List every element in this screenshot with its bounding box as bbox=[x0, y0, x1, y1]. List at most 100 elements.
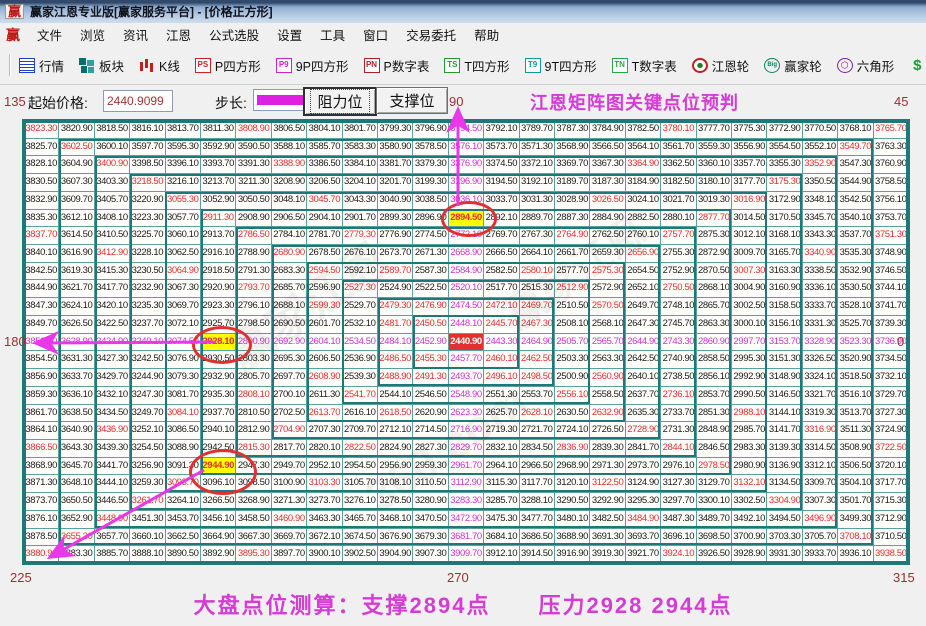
gann-square-grid: 3823.30 3820.90 3818.50 3816.10 3813.70 3811.… bbox=[22, 119, 910, 565]
toolbar-item[interactable]: PN P数字表 bbox=[361, 54, 433, 77]
grid-cell: 3540.10 bbox=[838, 209, 873, 227]
t-square-icon: TS bbox=[444, 57, 461, 73]
menu-item-2[interactable]: 浏览 bbox=[71, 22, 114, 47]
grid-cell: 3441.70 bbox=[94, 457, 130, 475]
grid-cell: 3261.70 bbox=[130, 493, 165, 510]
menu-item-6[interactable]: 设置 bbox=[268, 22, 311, 47]
menu-item-9[interactable]: 交易委托 bbox=[397, 22, 465, 47]
grid-cell: 2618.50 bbox=[378, 404, 413, 422]
grid-cell: 3273.70 bbox=[307, 493, 342, 510]
grid-cell: 3516.10 bbox=[838, 386, 873, 404]
toolbar-item[interactable]: Big 赢家轮 bbox=[761, 54, 825, 77]
menu-item-5[interactable]: 公式选股 bbox=[200, 22, 268, 47]
grid-cell: 3717.70 bbox=[873, 475, 908, 493]
toolbar-item[interactable]: ⬡ 六角形 bbox=[834, 54, 898, 77]
grid-cell: 3151.30 bbox=[767, 351, 802, 369]
grid-cell: 3338.50 bbox=[802, 262, 838, 280]
grid-cell: 2536.90 bbox=[342, 351, 377, 369]
grid-cell: 3316.90 bbox=[802, 422, 838, 439]
grid-cell: 2793.70 bbox=[236, 280, 271, 298]
grid-cell: 3033.70 bbox=[484, 191, 519, 209]
grid-cell: 3909.70 bbox=[448, 546, 484, 563]
grid-cell: 2570.50 bbox=[590, 298, 625, 315]
grid-cell: 2688.10 bbox=[271, 298, 307, 315]
grid-cell: 2580.10 bbox=[519, 262, 554, 280]
grid-cell: 2947.30 bbox=[236, 457, 271, 475]
angle-label-90: 90 bbox=[449, 94, 464, 109]
title-bar[interactable]: 赢 赢家江恩专业版[赢家服务平台] - [价格正方形] bbox=[0, 0, 926, 23]
grid-cell: 3542.50 bbox=[838, 191, 873, 209]
toolbar-item[interactable]: $赢家服务 bbox=[906, 54, 926, 77]
grid-cell: 2712.10 bbox=[378, 422, 413, 439]
grid-cell: 3369.70 bbox=[555, 156, 590, 174]
menu-item-4[interactable]: 江恩 bbox=[157, 22, 200, 47]
key-level-cell: 2928.10 bbox=[201, 333, 236, 351]
grid-cell: 3710.50 bbox=[873, 528, 908, 546]
grid-cell: 3648.10 bbox=[59, 475, 94, 493]
grid-cell: 3513.70 bbox=[838, 404, 873, 422]
toolbar-item[interactable]: TS T四方形 bbox=[441, 54, 512, 77]
resistance-button[interactable]: 阻力位 bbox=[303, 87, 377, 116]
grid-cell: 3823.30 bbox=[24, 121, 59, 138]
toolbar-item[interactable]: TN T数字表 bbox=[609, 54, 680, 77]
grid-cell: 2520.10 bbox=[448, 280, 484, 298]
grid-cell: 3559.30 bbox=[696, 138, 731, 156]
grid-cell: 3009.70 bbox=[732, 245, 767, 262]
toolbar-item[interactable]: 行情 bbox=[16, 54, 67, 77]
grid-cell: 3307.30 bbox=[802, 493, 838, 510]
menu-item-3[interactable]: 资讯 bbox=[114, 22, 157, 47]
winner-service-icon: $ bbox=[913, 56, 922, 74]
grid-cell: 3201.70 bbox=[378, 174, 413, 191]
toolbar-item[interactable]: PS P四方形 bbox=[192, 54, 264, 77]
grid-cell: 2774.50 bbox=[413, 227, 448, 245]
grid-cell: 2827.30 bbox=[413, 439, 448, 457]
grid-cell: 3165.70 bbox=[767, 245, 802, 262]
grid-cell: 3638.50 bbox=[59, 404, 94, 422]
grid-cell: 2932.90 bbox=[201, 369, 236, 386]
menu-item-10[interactable]: 帮助 bbox=[465, 22, 508, 47]
grid-cell: 2772.10 bbox=[448, 227, 484, 245]
grid-cell: 3108.10 bbox=[378, 475, 413, 493]
toolbar-item-label: P四方形 bbox=[214, 59, 261, 74]
support-button[interactable]: 支撑位 bbox=[376, 87, 448, 114]
grid-cell: 3873.70 bbox=[24, 493, 59, 510]
toolbar-item[interactable]: 板块 bbox=[76, 54, 127, 77]
grid-cell: 3504.10 bbox=[838, 475, 873, 493]
menu-item-8[interactable]: 窗口 bbox=[354, 22, 397, 47]
grid-cell: 2611.30 bbox=[307, 386, 342, 404]
grid-cell: 3544.90 bbox=[838, 174, 873, 191]
menu-item-1[interactable]: 文件 bbox=[28, 22, 71, 47]
grid-cell: 3511.30 bbox=[838, 422, 873, 439]
grid-cell: 3400.90 bbox=[94, 156, 130, 174]
grid-cell: 3240.10 bbox=[130, 333, 165, 351]
grid-cell: 3424.90 bbox=[94, 333, 130, 351]
toolbar-item[interactable]: P9 9P四方形 bbox=[273, 54, 352, 77]
menu-item-7[interactable]: 工具 bbox=[311, 22, 354, 47]
grid-cell: 3100.90 bbox=[271, 475, 307, 493]
grid-cell: 3192.10 bbox=[519, 174, 554, 191]
grid-cell: 3844.90 bbox=[24, 280, 59, 298]
toolbar-item[interactable]: T9 9T四方形 bbox=[522, 54, 600, 77]
grid-cell: 3724.90 bbox=[873, 422, 908, 439]
grid-cell: 3088.90 bbox=[165, 439, 200, 457]
grid-cell: 3554.50 bbox=[767, 138, 802, 156]
page-title: 江恩矩阵图关键点位预判 bbox=[530, 93, 739, 113]
grid-cell: 3242.50 bbox=[130, 351, 165, 369]
grid-cell: 3936.10 bbox=[838, 546, 873, 563]
start-price-input[interactable] bbox=[103, 90, 173, 112]
grid-cell: 2625.70 bbox=[484, 404, 519, 422]
grid-cell: 3583.30 bbox=[342, 138, 377, 156]
grid-cell: 3420.10 bbox=[94, 298, 130, 315]
grid-cell: 3405.70 bbox=[94, 191, 130, 209]
grid-cell: 2680.90 bbox=[271, 245, 307, 262]
grid-cell: 3782.50 bbox=[625, 121, 661, 138]
toolbar-item[interactable]: K线 bbox=[136, 54, 183, 77]
grid-cell: 2673.70 bbox=[378, 245, 413, 262]
grid-cell: 3408.10 bbox=[94, 209, 130, 227]
grid-cell: 3086.50 bbox=[165, 422, 200, 439]
grid-cell: 3748.90 bbox=[873, 245, 908, 262]
grid-cell: 2565.70 bbox=[590, 333, 625, 351]
grid-cell: 3324.10 bbox=[802, 369, 838, 386]
grid-cell: 3280.90 bbox=[413, 493, 448, 510]
toolbar-item[interactable]: 江恩轮 bbox=[689, 54, 753, 77]
